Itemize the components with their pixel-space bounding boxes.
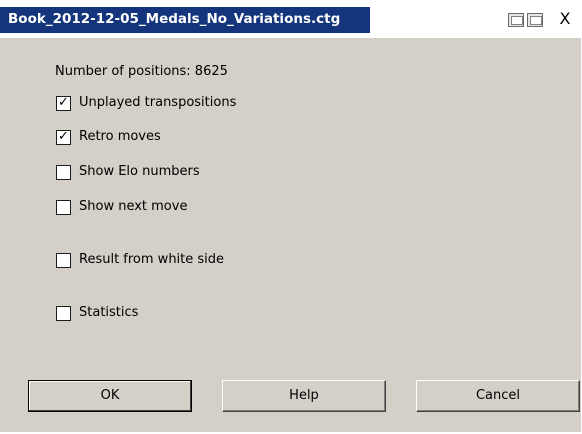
check-icon [57, 304, 70, 319]
option-label[interactable]: Unplayed transpositions [79, 95, 236, 110]
check-icon [57, 163, 70, 178]
close-button[interactable]: X [556, 9, 574, 29]
option-label[interactable]: Show Elo numbers [79, 164, 200, 179]
checkbox[interactable] [56, 200, 71, 215]
check-icon [57, 198, 70, 213]
option-label[interactable]: Statistics [79, 305, 138, 320]
checkbox[interactable] [56, 165, 71, 180]
check-icon: ✓ [58, 129, 69, 144]
check-icon [57, 251, 70, 266]
ok-button[interactable]: OK [28, 380, 192, 412]
window-restore-icon[interactable] [508, 13, 524, 27]
checkbox[interactable]: ✓ [56, 95, 71, 111]
checkbox[interactable] [56, 253, 71, 268]
checkbox[interactable] [56, 306, 71, 321]
checkbox[interactable]: ✓ [56, 129, 71, 145]
positions-count-label: Number of positions: 8625 [55, 64, 228, 79]
window-tile-icon[interactable] [527, 13, 543, 27]
title-bar[interactable]: Book_2012-12-05_Medals_No_Variations.ctg… [0, 0, 582, 38]
dialog-window: Book_2012-12-05_Medals_No_Variations.ctg… [0, 0, 582, 434]
window-title: Book_2012-12-05_Medals_No_Variations.ctg [8, 11, 341, 27]
check-icon: ✓ [58, 95, 69, 110]
option-label[interactable]: Retro moves [79, 129, 161, 144]
option-label[interactable]: Show next move [79, 199, 187, 214]
option-label[interactable]: Result from white side [79, 252, 224, 267]
cancel-button[interactable]: Cancel [416, 380, 580, 412]
help-button[interactable]: Help [222, 380, 386, 412]
